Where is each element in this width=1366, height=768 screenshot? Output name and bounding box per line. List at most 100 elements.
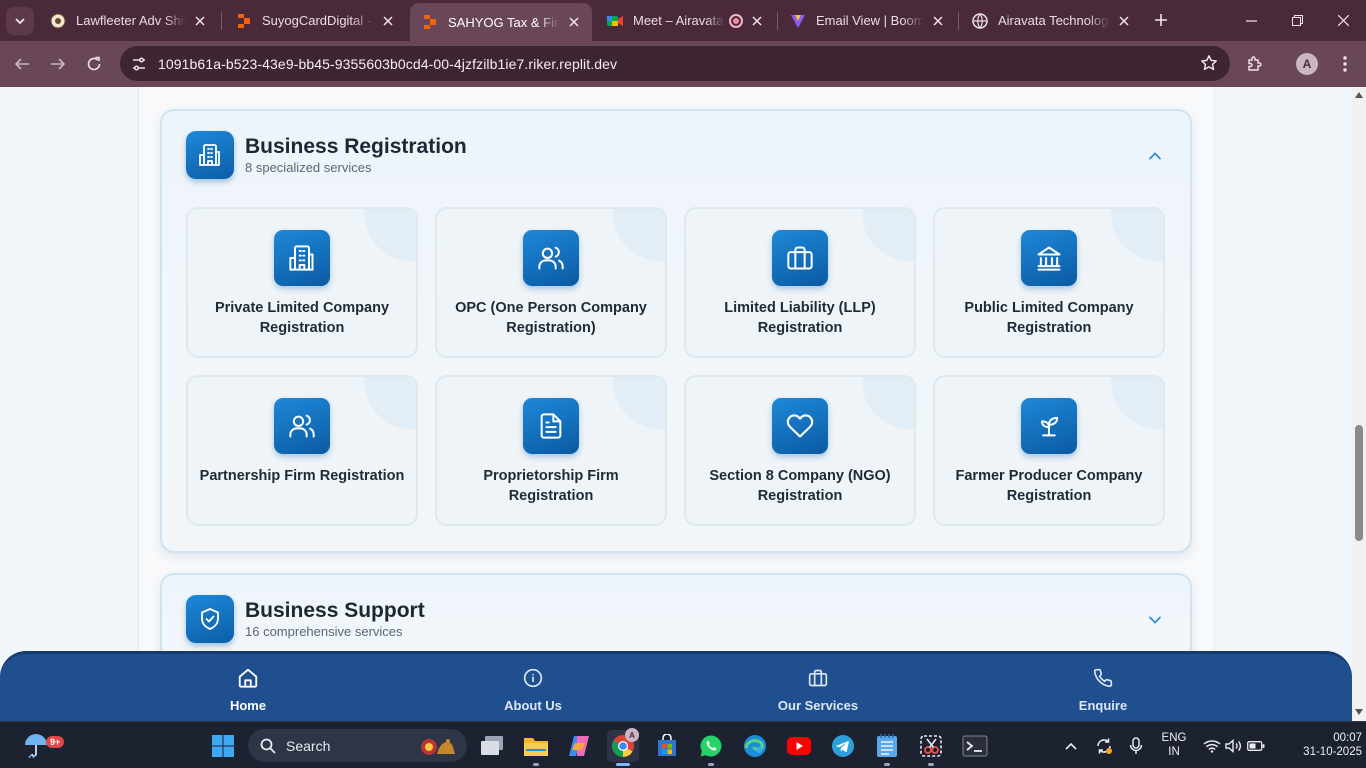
nav-enquire[interactable]: Enquire: [1033, 666, 1173, 713]
folder-icon: [524, 738, 548, 756]
back-button[interactable]: [7, 49, 37, 79]
tab-meet[interactable]: Meet – Airavata Meeting: [595, 4, 775, 37]
nav-home[interactable]: Home: [178, 666, 318, 713]
taskbar-search[interactable]: Search: [248, 729, 467, 762]
service-label: Limited Liability (LLP) Registration: [724, 300, 876, 336]
tab-lawfleeter[interactable]: Lawfleeter Adv Shivaraj: [38, 4, 218, 37]
bottom-navigation: Home About Us Our Services Enquire: [0, 651, 1352, 721]
tab-boomlify[interactable]: Email View | Boomlify: [778, 4, 956, 37]
search-label: Search: [286, 737, 331, 754]
close-icon[interactable]: [1116, 13, 1132, 29]
task-view-app[interactable]: [476, 730, 508, 762]
building-icon: [274, 230, 330, 286]
chrome-app[interactable]: A: [607, 728, 639, 766]
clock-date: 31-10-2025: [1303, 746, 1362, 758]
forward-button[interactable]: [43, 49, 73, 79]
close-icon: [1337, 15, 1349, 26]
minimize-button[interactable]: [1228, 0, 1274, 41]
collapse-button[interactable]: [1146, 147, 1164, 165]
terminal-app[interactable]: [959, 730, 991, 762]
sync-tray-icon[interactable]: [1090, 730, 1118, 762]
show-hidden-icons-button[interactable]: [1057, 730, 1085, 762]
profile-button[interactable]: A: [1292, 49, 1322, 79]
copilot-app[interactable]: [563, 730, 595, 762]
new-tab-button[interactable]: [1149, 8, 1173, 32]
microphone-tray-icon[interactable]: [1122, 730, 1150, 762]
service-card-public-limited[interactable]: Public Limited Company Registration: [933, 207, 1165, 358]
bookmark-star-icon[interactable]: [1200, 54, 1220, 74]
close-icon[interactable]: [192, 13, 208, 29]
tab-suyogcarddigital[interactable]: SuyogCardDigital - Replit: [224, 4, 406, 37]
nav-about-us[interactable]: About Us: [463, 666, 603, 713]
tab-title: Lawfleeter Adv Shivaraj: [76, 13, 186, 28]
youtube-app[interactable]: [783, 730, 815, 762]
service-card-opc[interactable]: OPC (One Person Company Registration): [435, 207, 667, 358]
service-card-farmer-producer[interactable]: Farmer Producer Company Registration: [933, 375, 1165, 526]
boomlify-icon: [790, 13, 806, 29]
tab-search-button[interactable]: [6, 7, 34, 35]
browser-menu-button[interactable]: [1330, 49, 1360, 79]
service-card-proprietorship[interactable]: Proprietorship Firm Registration: [435, 375, 667, 526]
users-icon: [523, 230, 579, 286]
file-explorer-app[interactable]: [520, 730, 552, 766]
tab-title: Email View | Boomlify: [816, 13, 924, 28]
site-info-icon[interactable]: [122, 47, 156, 81]
quick-settings-button[interactable]: [1198, 730, 1270, 762]
search-highlight-icon: [417, 734, 457, 758]
expand-button[interactable]: [1146, 611, 1164, 629]
language-indicator[interactable]: ENG IN: [1156, 731, 1192, 759]
scroll-down-arrow[interactable]: [1352, 705, 1366, 719]
tab-title: Meet – Airavata Meeting: [633, 13, 725, 28]
section-subtitle: 8 specialized services: [245, 160, 372, 175]
section-header[interactable]: Business Registration 8 specialized serv…: [186, 131, 467, 179]
service-card-private-limited[interactable]: Private Limited Company Registration: [186, 207, 418, 358]
reload-icon: [87, 56, 101, 71]
service-card-section8[interactable]: Section 8 Company (NGO) Registration: [684, 375, 916, 526]
terminal-icon: [962, 735, 988, 757]
weather-widget[interactable]: 9+: [16, 730, 65, 762]
whatsapp-app[interactable]: [695, 730, 727, 766]
close-icon[interactable]: [930, 13, 946, 29]
notepad-icon: [877, 734, 897, 757]
page-scrollbar[interactable]: [1352, 87, 1366, 721]
chevron-down-icon: [1149, 616, 1161, 624]
scrollbar-thumb[interactable]: [1355, 425, 1363, 541]
section-header[interactable]: Business Support 16 comprehensive servic…: [186, 595, 425, 643]
volume-icon: [1225, 739, 1241, 753]
close-icon[interactable]: [380, 13, 396, 29]
notepad-app[interactable]: [871, 730, 903, 766]
telegram-app[interactable]: [827, 730, 859, 762]
store-icon: [658, 734, 676, 756]
umbrella-icon: [25, 734, 47, 759]
microsoft-store-app[interactable]: [651, 730, 683, 762]
address-bar[interactable]: 1091b61a-b523-43e9-bb45-9355603b0cd4-00-…: [120, 46, 1230, 81]
restore-button[interactable]: [1274, 0, 1320, 41]
users-icon: [274, 398, 330, 454]
tab-sahyog-tax[interactable]: SAHYOG Tax & Financial: [410, 3, 592, 41]
scroll-up-arrow[interactable]: [1352, 88, 1366, 102]
tab-title: Airavata Technologies: [998, 13, 1110, 28]
heart-icon: [772, 398, 828, 454]
close-window-button[interactable]: [1320, 0, 1366, 41]
start-button[interactable]: [207, 730, 239, 762]
extensions-button[interactable]: [1240, 49, 1270, 79]
service-label: Farmer Producer Company Registration: [955, 468, 1143, 504]
edge-app[interactable]: [739, 730, 771, 762]
copilot-icon: [569, 736, 589, 756]
chevron-up-icon: [1065, 742, 1077, 750]
reload-button[interactable]: [79, 49, 109, 79]
nav-label: Enquire: [1078, 698, 1128, 713]
globe-icon: [972, 12, 988, 29]
close-icon[interactable]: [566, 14, 582, 30]
briefcase-icon: [772, 230, 828, 286]
battery-icon: [1247, 741, 1265, 751]
youtube-icon: [787, 737, 811, 755]
nav-our-services[interactable]: Our Services: [748, 666, 888, 713]
tab-airavata[interactable]: Airavata Technologies: [960, 4, 1142, 37]
close-icon[interactable]: [749, 13, 765, 29]
clock[interactable]: 00:07 31-10-2025: [1302, 731, 1362, 759]
service-card-llp[interactable]: Limited Liability (LLP) Registration: [684, 207, 916, 358]
service-card-partnership[interactable]: Partnership Firm Registration: [186, 375, 418, 526]
sprout-icon: [1021, 398, 1077, 454]
snipping-tool-app[interactable]: [915, 730, 947, 766]
